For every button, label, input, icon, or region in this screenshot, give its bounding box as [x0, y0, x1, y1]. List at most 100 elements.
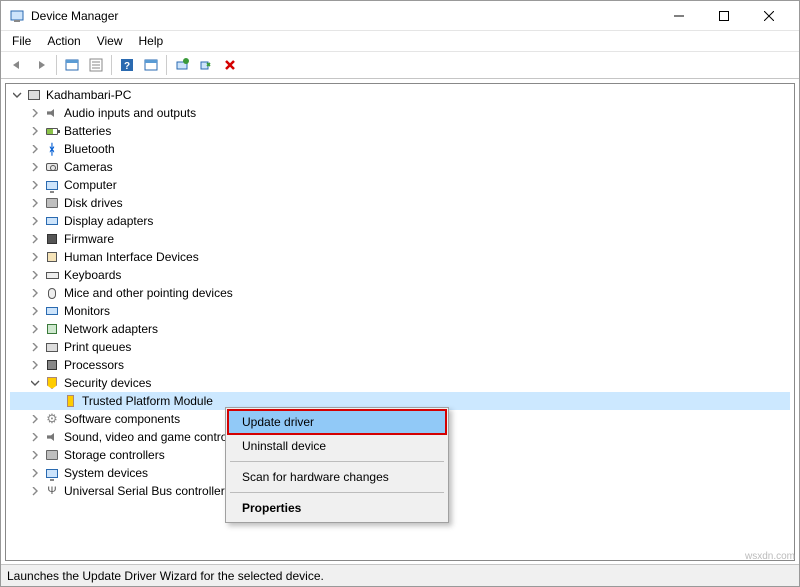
window-controls	[656, 1, 791, 30]
context-menu-item[interactable]: Update driver	[228, 410, 446, 434]
tree-category-label: System devices	[64, 464, 148, 482]
tree-category-label: Processors	[64, 356, 124, 374]
menu-help[interactable]: Help	[132, 33, 171, 49]
pc-icon	[44, 465, 60, 481]
forward-button[interactable]	[29, 53, 53, 77]
show-hidden-button[interactable]	[60, 53, 84, 77]
tree-category[interactable]: Audio inputs and outputs	[10, 104, 790, 122]
tree-category[interactable]: Computer	[10, 176, 790, 194]
tree-category-label: Firmware	[64, 230, 114, 248]
minimize-button[interactable]	[656, 1, 701, 30]
tree-category-label: Disk drives	[64, 194, 123, 212]
expand-icon[interactable]	[28, 358, 42, 372]
expand-icon[interactable]	[28, 232, 42, 246]
context-menu-item[interactable]: Properties	[228, 496, 446, 520]
tree-category[interactable]: Disk drives	[10, 194, 790, 212]
disk-icon	[44, 195, 60, 211]
tree-category[interactable]: Processors	[10, 356, 790, 374]
watermark: wsxdn.com	[745, 551, 795, 562]
expand-icon[interactable]	[28, 214, 42, 228]
menu-file[interactable]: File	[5, 33, 38, 49]
expand-icon[interactable]	[28, 268, 42, 282]
expand-icon[interactable]	[28, 196, 42, 210]
expand-icon[interactable]	[28, 448, 42, 462]
expand-icon[interactable]	[28, 106, 42, 120]
context-menu-item[interactable]: Uninstall device	[228, 434, 446, 458]
bt-icon: ᚼ	[44, 141, 60, 157]
back-button[interactable]	[5, 53, 29, 77]
tree-category[interactable]: Print queues	[10, 338, 790, 356]
close-button[interactable]	[746, 1, 791, 30]
tree-category-label: Mice and other pointing devices	[64, 284, 233, 302]
tree-category[interactable]: ᚼBluetooth	[10, 140, 790, 158]
tree-category[interactable]: Batteries	[10, 122, 790, 140]
cam-icon	[44, 159, 60, 175]
scan-button[interactable]	[139, 53, 163, 77]
tree-category[interactable]: Cameras	[10, 158, 790, 176]
expand-icon[interactable]	[28, 286, 42, 300]
tree-category[interactable]: Network adapters	[10, 320, 790, 338]
printer-icon	[44, 339, 60, 355]
expand-icon[interactable]	[28, 430, 42, 444]
menu-action[interactable]: Action	[40, 33, 87, 49]
tree-category-label: Security devices	[64, 374, 151, 392]
toolbar-separator	[166, 55, 167, 75]
tree-category-label: Keyboards	[64, 266, 121, 284]
tree-category-label: Universal Serial Bus controllers	[64, 482, 231, 500]
context-menu: Update driverUninstall device Scan for ha…	[225, 407, 449, 523]
context-menu-separator	[230, 492, 444, 493]
menu-view[interactable]: View	[90, 33, 130, 49]
expand-icon[interactable]	[28, 322, 42, 336]
collapse-icon[interactable]	[28, 376, 42, 390]
status-bar: Launches the Update Driver Wizard for th…	[1, 564, 799, 586]
status-text: Launches the Update Driver Wizard for th…	[7, 569, 324, 583]
audio-icon	[44, 105, 60, 121]
pc-icon	[44, 177, 60, 193]
tpm-icon	[62, 393, 78, 409]
expand-icon[interactable]	[28, 250, 42, 264]
context-menu-item[interactable]: Scan for hardware changes	[228, 465, 446, 489]
expand-icon[interactable]	[28, 412, 42, 426]
tree-category-label: Batteries	[64, 122, 111, 140]
expand-icon[interactable]	[28, 340, 42, 354]
gear-icon: ⚙	[44, 411, 60, 427]
expand-icon[interactable]	[28, 124, 42, 138]
uninstall-button[interactable]	[194, 53, 218, 77]
tree-category[interactable]: Monitors	[10, 302, 790, 320]
context-menu-separator	[230, 461, 444, 462]
app-icon	[9, 8, 25, 24]
root-icon	[26, 87, 42, 103]
svg-text:?: ?	[124, 61, 130, 72]
expand-icon[interactable]	[28, 304, 42, 318]
tree-root[interactable]: Kadhambari-PC	[10, 86, 790, 104]
collapse-icon[interactable]	[10, 88, 24, 102]
toolbar-separator	[56, 55, 57, 75]
tree-category-label: Sound, video and game controllers	[64, 428, 249, 446]
tree-category[interactable]: Human Interface Devices	[10, 248, 790, 266]
tree-category-label: Audio inputs and outputs	[64, 104, 196, 122]
tree-category[interactable]: Mice and other pointing devices	[10, 284, 790, 302]
toolbar-separator	[111, 55, 112, 75]
tree-category[interactable]: Display adapters	[10, 212, 790, 230]
monitor-icon	[44, 303, 60, 319]
expand-icon[interactable]	[28, 142, 42, 156]
expand-icon[interactable]	[28, 160, 42, 174]
help-button[interactable]: ?	[115, 53, 139, 77]
expand-icon[interactable]	[28, 466, 42, 480]
tree-root-label: Kadhambari-PC	[46, 86, 131, 104]
delete-button[interactable]	[218, 53, 242, 77]
maximize-button[interactable]	[701, 1, 746, 30]
properties-button[interactable]	[84, 53, 108, 77]
toolbar: ?	[1, 51, 799, 79]
tree-category[interactable]: Security devices	[10, 374, 790, 392]
chip-icon	[44, 231, 60, 247]
expand-icon[interactable]	[28, 178, 42, 192]
menu-bar: File Action View Help	[1, 31, 799, 51]
tree-category[interactable]: Keyboards	[10, 266, 790, 284]
title-bar: Device Manager	[1, 1, 799, 31]
tree-category-label: Print queues	[64, 338, 131, 356]
update-driver-button[interactable]	[170, 53, 194, 77]
expand-icon[interactable]	[28, 484, 42, 498]
tree-category-label: Cameras	[64, 158, 113, 176]
tree-category[interactable]: Firmware	[10, 230, 790, 248]
